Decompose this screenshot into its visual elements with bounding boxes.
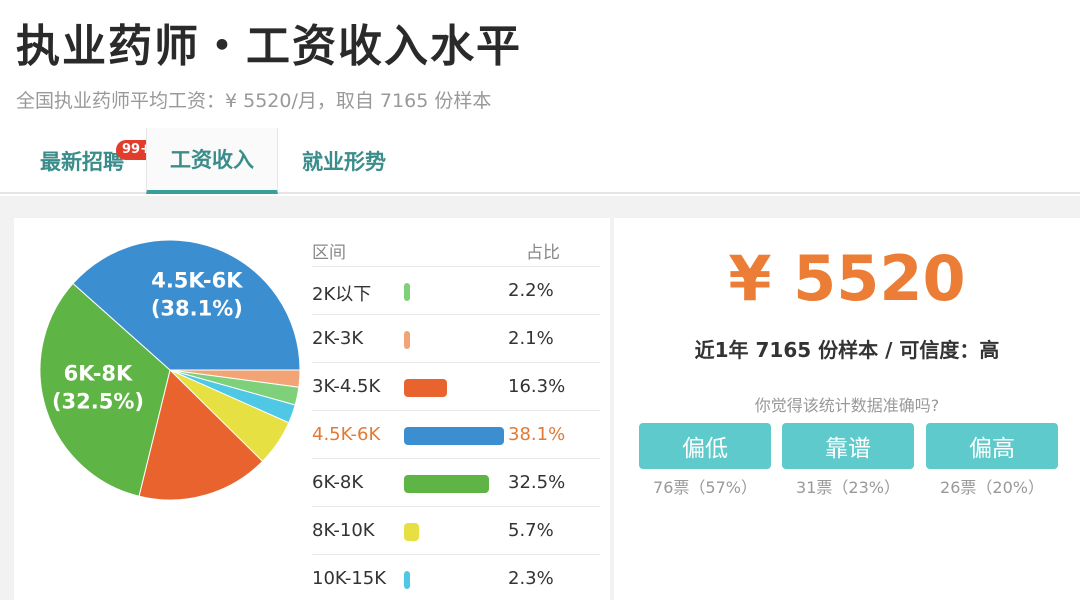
tab-label: 最新招聘: [40, 150, 124, 174]
tab-latest-jobs[interactable]: 最新招聘: [18, 128, 146, 194]
share-value: 2.1%: [508, 328, 554, 349]
tab-salary[interactable]: 工资收入: [146, 128, 278, 194]
share-value: 32.5%: [508, 472, 566, 493]
table-row: 10K-15K 2.3%: [312, 554, 600, 600]
share-bar: [404, 427, 504, 445]
tab-label: 工资收入: [170, 148, 254, 172]
page-subtitle: 全国执业药师平均工资：¥ 5520/月，取自 7165 份样本: [16, 90, 492, 112]
vote-accurate-button[interactable]: 靠谱: [782, 423, 914, 469]
page-title: 执业药师・工资收入水平: [16, 21, 522, 72]
share-value: 2.2%: [508, 280, 554, 301]
tab-label: 就业形势: [302, 150, 386, 174]
share-bar: [404, 475, 490, 493]
table-row: 3K-4.5K 16.3%: [312, 362, 600, 410]
slice-label-name: 4.5K-6K: [151, 269, 243, 293]
table-row: 8K-10K 5.7%: [312, 506, 600, 554]
sample-info: 近1年 7165 份样本 / 可信度：高: [694, 338, 1000, 362]
share-bar: [404, 379, 447, 397]
vote-low-count: 76票（57%）: [653, 478, 757, 497]
table-row: 2K以下 2.2%: [312, 266, 600, 314]
vote-low-button[interactable]: 偏低: [639, 423, 771, 469]
range-label: 4.5K-6K: [312, 424, 381, 445]
vote-high-count: 26票（20%）: [940, 478, 1044, 497]
range-label: 3K-4.5K: [312, 376, 381, 397]
range-label: 6K-8K: [312, 472, 364, 493]
share-bar: [404, 331, 410, 349]
share-bar: [404, 571, 411, 589]
slice-label-pct: (32.5%): [52, 389, 144, 413]
share-value: 16.3%: [508, 376, 566, 397]
share-value: 5.7%: [508, 520, 554, 541]
share-bar: [404, 283, 410, 301]
range-label: 2K-3K: [312, 328, 364, 349]
table-header: 区间 占比: [312, 238, 600, 266]
table-row: 4.5K-6K 38.1%: [312, 410, 600, 458]
tab-bar: 最新招聘 99+ 工资收入 就业形势: [0, 128, 1080, 194]
vote-accurate-count: 31票（23%）: [796, 478, 900, 497]
distribution-panel: 4.5K-6K (38.1%) 6K-8K (32.5%) 区间 占比 2K以下 2.2…: [14, 218, 610, 600]
share-value: 2.3%: [508, 568, 554, 589]
range-label: 8K-10K: [312, 520, 375, 541]
share-value: 38.1%: [508, 424, 566, 445]
share-bar: [404, 523, 419, 541]
range-label: 2K以下: [312, 284, 372, 305]
salary-pie-chart: 4.5K-6K (38.1%) 6K-8K (32.5%): [39, 239, 301, 501]
summary-panel: ¥ 5520 近1年 7165 份样本 / 可信度：高 你觉得该统计数据准确吗?…: [614, 218, 1080, 600]
column-range-header: 区间: [312, 243, 346, 263]
range-label: 10K-15K: [312, 568, 387, 589]
tab-employment[interactable]: 就业形势: [280, 128, 408, 194]
column-pct-header: 占比: [526, 243, 560, 263]
accuracy-question: 你觉得该统计数据准确吗?: [754, 396, 940, 415]
average-salary: ¥ 5520: [728, 242, 966, 315]
vote-high-button[interactable]: 偏高: [926, 423, 1058, 469]
slice-label-name: 6K-8K: [64, 361, 133, 385]
table-row: 6K-8K 32.5%: [312, 458, 600, 506]
slice-label-pct: (38.1%): [151, 297, 243, 321]
table-row: 2K-3K 2.1%: [312, 314, 600, 362]
